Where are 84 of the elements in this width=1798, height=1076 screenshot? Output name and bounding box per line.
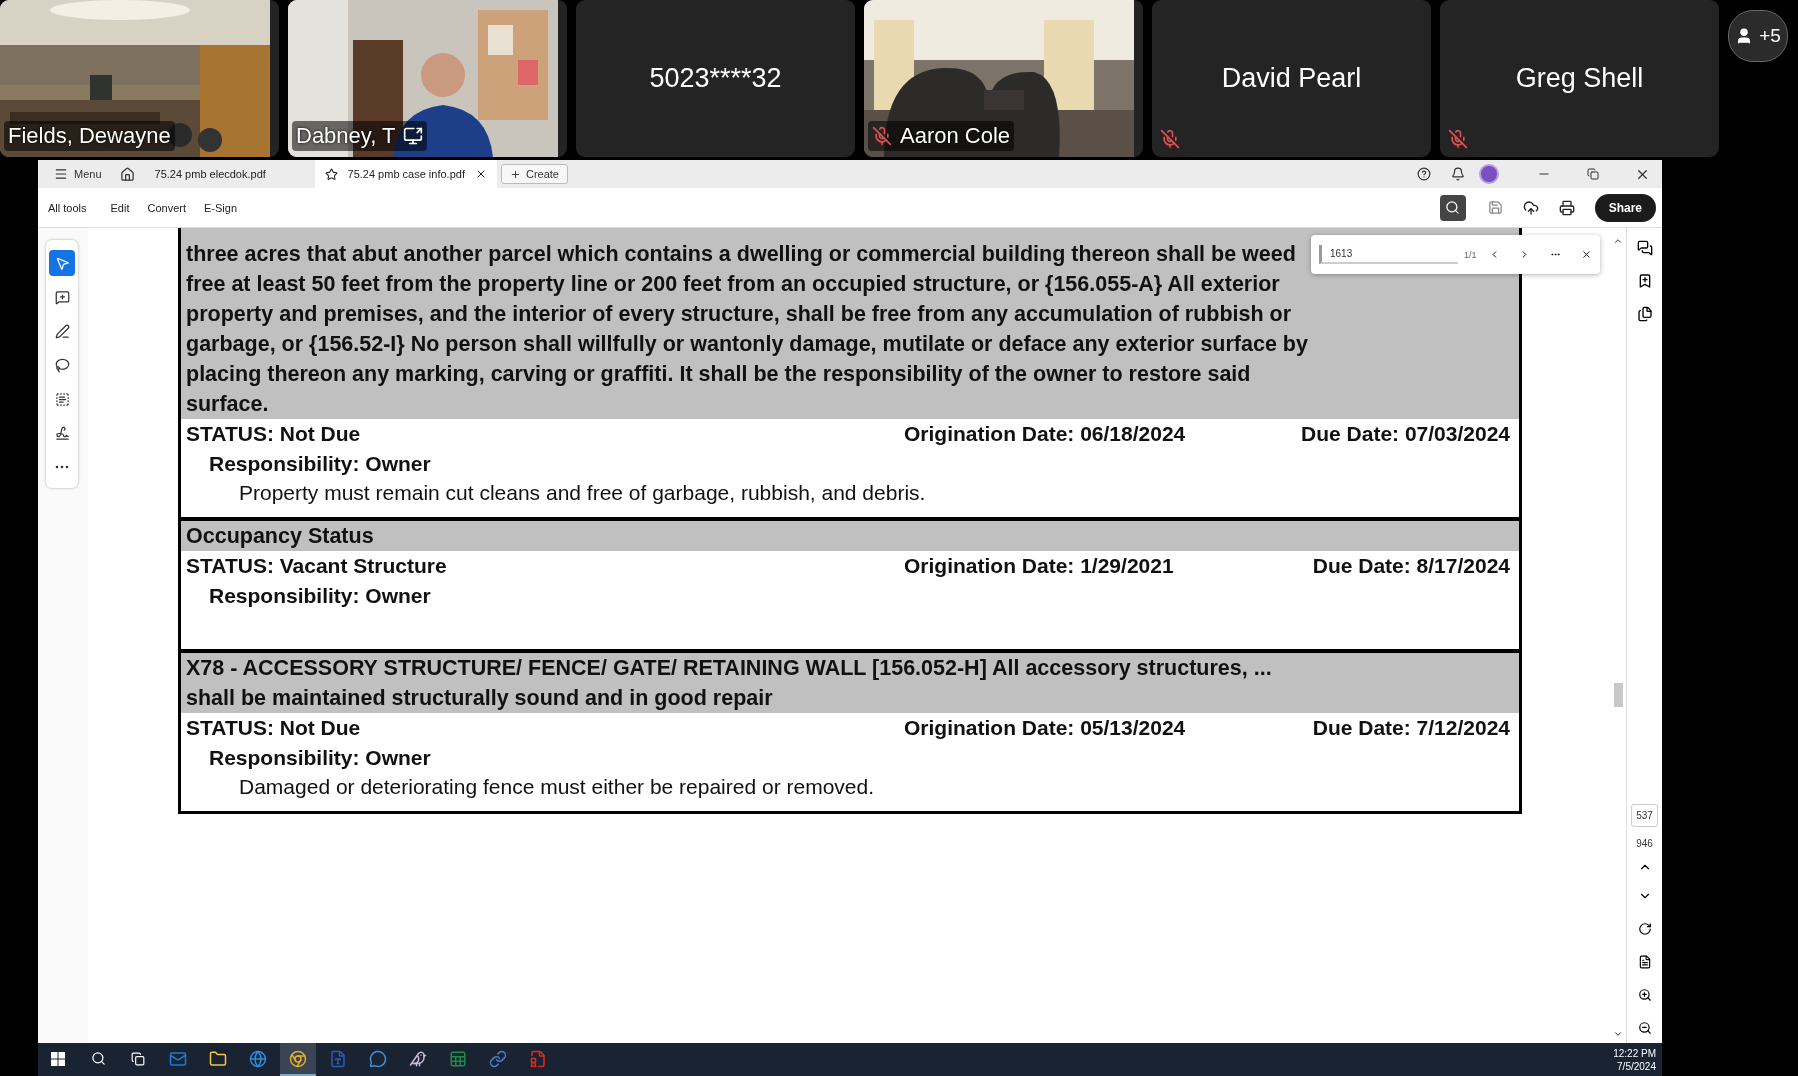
page-number-field[interactable]: 537 bbox=[1631, 804, 1658, 827]
menu-button[interactable]: Menu bbox=[46, 162, 110, 186]
text-select-icon bbox=[54, 391, 70, 407]
origination-date: Origination Date: 1/29/2021 bbox=[904, 553, 1175, 579]
task-view-icon bbox=[131, 1051, 145, 1066]
more-icon bbox=[55, 465, 69, 469]
save-icon[interactable] bbox=[1487, 200, 1503, 215]
start-icon bbox=[51, 1051, 65, 1066]
globe-icon bbox=[249, 1049, 267, 1068]
restore-icon[interactable] bbox=[1587, 168, 1599, 180]
origination-date: Origination Date: 06/18/2024 bbox=[904, 421, 1187, 447]
scroll-thumb[interactable] bbox=[1613, 683, 1623, 707]
participant-name: Aaron Cole bbox=[900, 123, 1011, 149]
participant-name: Dabney, T bbox=[296, 123, 396, 149]
bell-icon[interactable] bbox=[1451, 167, 1465, 181]
document-tab[interactable]: 75.24 pmb elecdok.pdf bbox=[144, 160, 315, 188]
pen-icon bbox=[54, 323, 70, 339]
note-text: Damaged or deteriorating fence must either be repaired or removed. bbox=[239, 774, 875, 800]
pdf-icon bbox=[529, 1049, 547, 1068]
responsibility-text: Responsibility: Owner bbox=[209, 583, 432, 609]
toolbar-menu-item[interactable]: Edit bbox=[102, 195, 138, 220]
scroll-down-icon[interactable] bbox=[1613, 1029, 1623, 1039]
section-heading: X78 - ACCESSORY STRUCTURE/ FENCE/ GATE/ RETAINING WALL [156.052-H] All accessory structures, ... shall be maintained structurally sound and in good repair bbox=[186, 655, 1273, 712]
page-fit-icon[interactable] bbox=[1637, 955, 1652, 969]
folder-icon bbox=[209, 1049, 227, 1068]
share-button[interactable]: Share bbox=[1594, 193, 1656, 222]
note-text: Property must remain cut cleans and free of garbage, rubbish, and debris. bbox=[239, 480, 927, 506]
search-icon bbox=[90, 1051, 106, 1066]
status-text: STATUS: Not Due bbox=[186, 421, 362, 447]
chat-icon bbox=[369, 1049, 387, 1068]
home-icon[interactable] bbox=[119, 166, 135, 182]
pointer-icon bbox=[54, 255, 70, 271]
taskbar-button[interactable] bbox=[280, 1043, 316, 1076]
participant-count: +5 bbox=[1759, 25, 1781, 47]
scroll-up-icon[interactable] bbox=[1613, 236, 1623, 246]
menu-icon bbox=[54, 167, 68, 181]
upload-icon[interactable] bbox=[1522, 199, 1539, 216]
pages-icon[interactable] bbox=[1636, 306, 1653, 322]
due-date: Due Date: 8/17/2024 bbox=[1312, 553, 1510, 579]
search-icon bbox=[1445, 200, 1461, 215]
participant-name: Greg Shell bbox=[1515, 63, 1644, 94]
close-icon[interactable] bbox=[1581, 248, 1592, 261]
comments-icon[interactable] bbox=[1636, 240, 1653, 256]
link-icon bbox=[489, 1049, 507, 1068]
rotate-icon[interactable] bbox=[1637, 922, 1652, 936]
responsibility-text: Responsibility: Owner bbox=[209, 451, 432, 477]
participants-badge[interactable]: +5 bbox=[1728, 10, 1788, 62]
participant-name: David Pearl bbox=[1221, 63, 1362, 94]
print-icon[interactable] bbox=[1558, 199, 1575, 216]
clock-time: 12:22 PM bbox=[1613, 1046, 1656, 1060]
plus-icon bbox=[509, 168, 521, 180]
match-count: 1/1 bbox=[1464, 249, 1477, 260]
toolbar-menu-item[interactable]: All tools bbox=[40, 195, 95, 220]
find-field[interactable]: 1613 bbox=[1319, 245, 1458, 264]
origination-date: Origination Date: 05/13/2024 bbox=[904, 715, 1187, 741]
due-date: Due Date: 07/03/2024 bbox=[1301, 421, 1510, 447]
signature-icon bbox=[54, 425, 70, 441]
bird-icon bbox=[409, 1049, 427, 1068]
section-heading: three acres that abut another parcel which contains a dwelling or commercial building thereon shall be weed free at least 50 feet from the property line or 200 feet from an occupied structure, or {156.055-A} All exterior property and premises, and the interior of every structure, shall be free from any accumulation of rubbish or garbage, or {156.52-I} No person shall willfully or wantonly damage, mutilate or deface any exterior surface by placing thereon any marking, carving or graffiti. It shall be the responsibility of the owner to restore said surface. bbox=[186, 241, 1309, 418]
document-icon bbox=[329, 1049, 347, 1068]
search-button[interactable] bbox=[1439, 194, 1466, 221]
zoom-out-icon[interactable] bbox=[1637, 1021, 1652, 1035]
participant-name: 5023****32 bbox=[649, 63, 782, 94]
status-text: STATUS: Vacant Structure bbox=[186, 553, 448, 579]
status-text: STATUS: Not Due bbox=[186, 715, 362, 741]
due-date: Due Date: 7/12/2024 bbox=[1312, 715, 1510, 741]
create-button[interactable]: Create bbox=[500, 164, 568, 184]
toolbar-menu-item[interactable]: Convert bbox=[139, 195, 195, 220]
browser-icon bbox=[289, 1049, 307, 1068]
spreadsheet-icon bbox=[449, 1049, 467, 1068]
document-tab[interactable]: 75.24 pmb case info.pdf bbox=[314, 160, 497, 188]
clock-date: 7/5/2024 bbox=[1617, 1059, 1656, 1073]
zoom-in-icon[interactable] bbox=[1637, 988, 1652, 1002]
lasso-icon bbox=[54, 357, 70, 373]
mail-icon bbox=[169, 1049, 187, 1068]
comment-icon bbox=[54, 289, 70, 305]
page-count: 946 bbox=[1636, 838, 1653, 849]
star-icon bbox=[324, 167, 338, 181]
toolbar-menu-item[interactable]: E-Sign bbox=[196, 195, 246, 220]
responsibility-text: Responsibility: Owner bbox=[209, 745, 432, 771]
help-icon[interactable] bbox=[1417, 167, 1431, 181]
avatar[interactable] bbox=[1479, 164, 1499, 184]
section-heading: Occupancy Status bbox=[186, 523, 375, 550]
participant-name: Fields, Dewayne bbox=[8, 123, 171, 149]
